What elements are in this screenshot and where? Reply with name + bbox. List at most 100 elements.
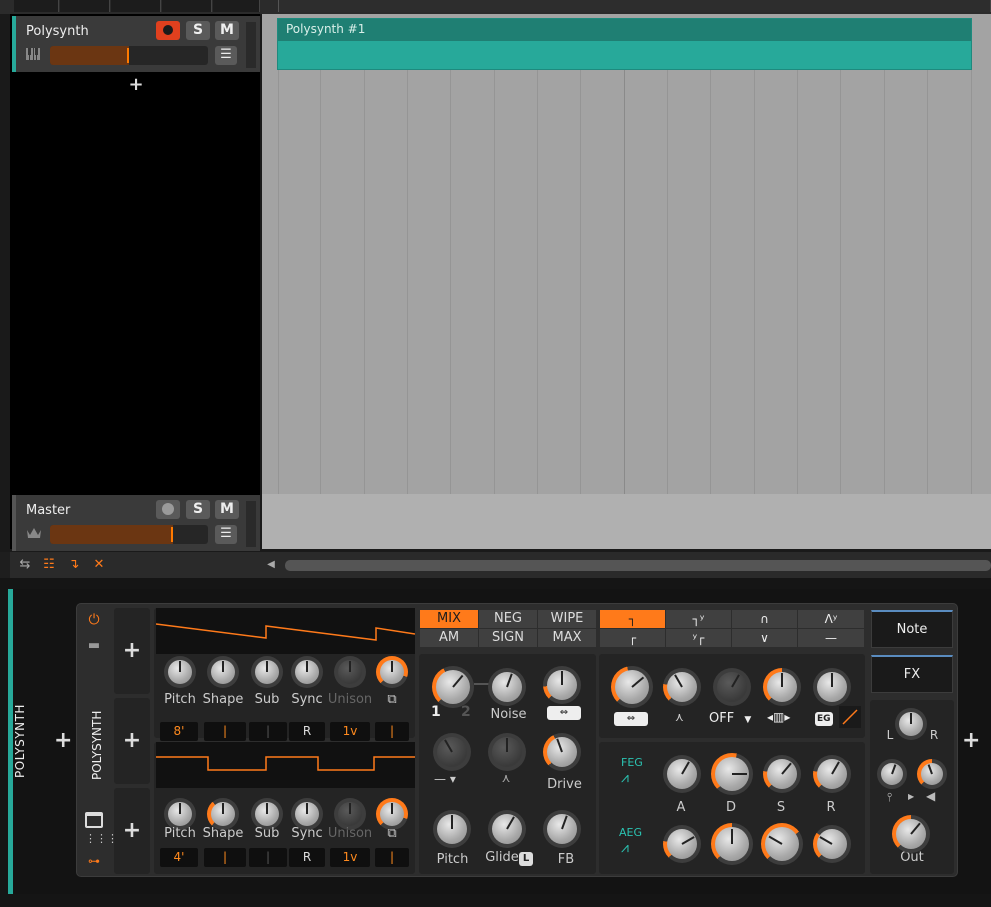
aeg-attack-knob[interactable]: [663, 825, 701, 863]
osc1-value-0[interactable]: 8': [160, 722, 198, 741]
eg-badge[interactable]: EG: [815, 712, 833, 726]
layout-icon[interactable]: ☷: [40, 556, 58, 574]
note-button[interactable]: Note: [871, 610, 953, 648]
osc1-knob-3[interactable]: [291, 656, 323, 688]
scroll-left-icon[interactable]: ◀: [262, 556, 280, 574]
grid-dots-icon[interactable]: ⋮⋮⋮: [85, 833, 118, 848]
aeg-sustain-knob[interactable]: [761, 823, 803, 865]
arrangement-timeline[interactable]: Polysynth #1: [262, 14, 991, 549]
close-icon[interactable]: ✕: [90, 556, 108, 574]
osc1-knob-0[interactable]: [164, 656, 196, 688]
output-knob[interactable]: [892, 815, 930, 853]
fb-knob[interactable]: [543, 810, 581, 848]
filter-spread-icon[interactable]: ⇔: [614, 712, 648, 726]
noise-knob[interactable]: [488, 668, 526, 706]
filter-type-highpass[interactable]: ┌: [600, 629, 665, 647]
timeline-ruler[interactable]: [278, 0, 991, 12]
folder-icon[interactable]: ▬: [85, 638, 103, 656]
mute-button[interactable]: M: [215, 21, 239, 40]
mix-mode-am[interactable]: AM: [420, 629, 478, 647]
resonance-knob[interactable]: [663, 668, 701, 706]
out-knob-l[interactable]: [877, 759, 907, 789]
osc-select-1[interactable]: 1: [431, 704, 441, 720]
filter-type-bandpass-res[interactable]: Λʸ: [798, 610, 864, 628]
track-menu-button[interactable]: ☰: [215, 525, 237, 544]
keytrack-knob[interactable]: [763, 668, 801, 706]
osc2-value-1[interactable]: |: [204, 848, 246, 867]
filter-type-highpass-res[interactable]: ʸ┌: [666, 629, 731, 647]
osc2-waveform[interactable]: [156, 742, 415, 788]
mix-mode-max[interactable]: MAX: [538, 629, 596, 647]
feg-decay-knob[interactable]: [711, 753, 753, 795]
eg-amount-slot[interactable]: [839, 706, 861, 728]
pitch-knob[interactable]: [433, 810, 471, 848]
horizontal-scrollbar[interactable]: [285, 560, 991, 571]
osc1-knob-2[interactable]: [251, 656, 283, 688]
pan-knob[interactable]: [895, 708, 927, 740]
eg-amount-knob[interactable]: [813, 668, 851, 706]
filter-type-notch[interactable]: ∨: [732, 629, 797, 647]
out-knob-r[interactable]: [917, 759, 947, 789]
feg-attack-knob[interactable]: [663, 755, 701, 793]
swap-icon[interactable]: ⇆: [16, 556, 34, 574]
osc1-value-2[interactable]: |: [249, 722, 287, 741]
feg-release-knob[interactable]: [813, 755, 851, 793]
aeg-release-knob[interactable]: [813, 825, 851, 863]
mix-mode-sign[interactable]: SIGN: [479, 629, 537, 647]
osc1-value-1[interactable]: |: [204, 722, 246, 741]
add-device-button-right[interactable]: +: [962, 728, 980, 753]
mod-slot[interactable]: +: [114, 788, 150, 874]
feg-sustain-knob[interactable]: [763, 755, 801, 793]
mod-slot[interactable]: +: [114, 698, 150, 784]
filter-drive-knob[interactable]: [713, 668, 751, 706]
osc1-value-5[interactable]: |: [375, 722, 409, 741]
filter-type-lowpass-res[interactable]: ┐ʸ: [666, 610, 731, 628]
glide-knob[interactable]: [488, 810, 526, 848]
window-icon[interactable]: [85, 812, 103, 828]
mute-button[interactable]: M: [215, 500, 239, 519]
osc1-value-4[interactable]: 1v: [330, 722, 370, 741]
cutoff-knob[interactable]: [611, 666, 653, 708]
mix-mode-mix[interactable]: MIX: [420, 610, 478, 628]
mix-mode-neg[interactable]: NEG: [479, 610, 537, 628]
osc2-value-5[interactable]: |: [375, 848, 409, 867]
mod-slot[interactable]: +: [114, 608, 150, 694]
aeg-decay-knob[interactable]: [711, 823, 753, 865]
solo-button[interactable]: S: [186, 21, 210, 40]
keytrack-icon[interactable]: ◂▥▸: [767, 710, 790, 724]
mix-mod-knob-2[interactable]: [488, 733, 526, 771]
glide-legato-badge[interactable]: L: [519, 852, 533, 866]
filter-drive-dropdown[interactable]: OFF ▼: [709, 711, 751, 726]
osc-extra-knob[interactable]: [543, 666, 581, 704]
osc-select-2[interactable]: 2: [461, 704, 471, 720]
clip-polysynth[interactable]: Polysynth #1: [277, 18, 972, 70]
follow-arrow-icon[interactable]: ↴: [65, 556, 83, 574]
stereo-spread-icon[interactable]: ⇔: [547, 706, 581, 720]
osc1-value-3[interactable]: R: [289, 722, 325, 741]
filter-type-bandpass[interactable]: ∩: [732, 610, 797, 628]
osc2-value-0[interactable]: 4': [160, 848, 198, 867]
filter-type-lowpass[interactable]: ┐: [600, 610, 665, 628]
track-header-polysynth[interactable]: Polysynth S M ☰: [12, 16, 260, 72]
osc1-knob-1[interactable]: [207, 656, 239, 688]
osc1-knob-4[interactable]: [334, 656, 366, 688]
track-menu-button[interactable]: ☰: [215, 46, 237, 65]
routing-dropdown[interactable]: — ▾: [434, 772, 456, 786]
osc1-knob-5[interactable]: [376, 656, 408, 688]
add-device-button[interactable]: +: [54, 728, 72, 753]
power-icon[interactable]: ⏻: [85, 612, 103, 630]
osc2-value-2[interactable]: |: [249, 848, 287, 867]
osc1-waveform[interactable]: [156, 608, 415, 654]
drive-knob[interactable]: [543, 733, 581, 771]
record-arm-button[interactable]: [156, 21, 180, 40]
record-arm-button[interactable]: [156, 500, 180, 519]
modulation-icon[interactable]: ⊶: [85, 854, 103, 868]
mix-mod-knob[interactable]: [433, 733, 471, 771]
osc2-value-4[interactable]: 1v: [330, 848, 370, 867]
filter-type-off[interactable]: —: [798, 629, 864, 647]
track-header-master[interactable]: Master S M ☰: [12, 495, 260, 551]
add-track-button[interactable]: +: [126, 74, 146, 95]
track-volume-slider[interactable]: [50, 525, 208, 544]
mix-mode-wipe[interactable]: WIPE: [538, 610, 596, 628]
osc-mix-knob[interactable]: [432, 666, 474, 708]
